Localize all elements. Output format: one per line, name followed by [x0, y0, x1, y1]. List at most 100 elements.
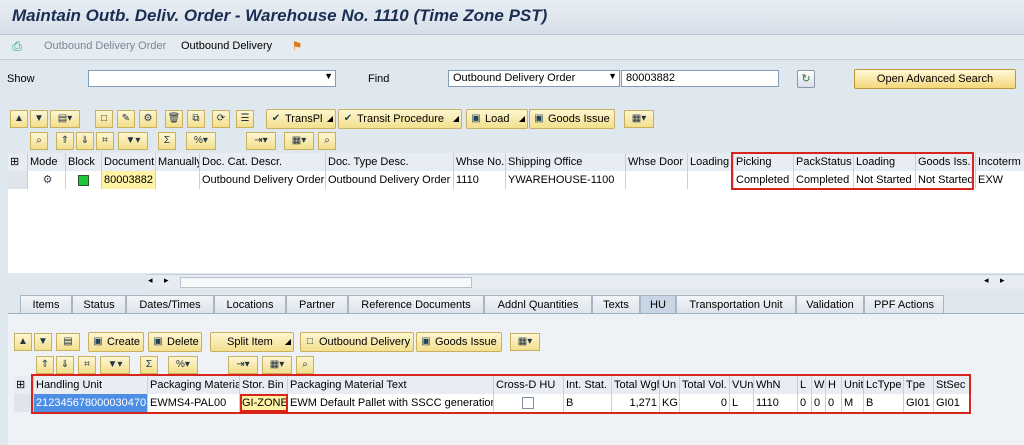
scroll-last-icon[interactable]: ▸ — [1000, 275, 1005, 286]
tab-reference-documents[interactable]: Reference Documents — [348, 295, 484, 313]
scroll-down-icon[interactable]: ▼ — [34, 333, 52, 351]
col-packaging-material[interactable]: Packaging Material — [148, 376, 240, 394]
stor-bin-cell[interactable]: GI-ZONE — [240, 394, 288, 412]
sort-ascending-icon[interactable]: ⇑ — [56, 132, 74, 150]
select-all-icon[interactable]: ⊞ — [8, 153, 28, 171]
load-button[interactable]: ▣ Load ◢ — [466, 109, 528, 129]
layout-select-icon[interactable]: ▦▾ — [262, 356, 292, 374]
filter-icon[interactable]: ▼▾ — [100, 356, 130, 374]
col-goods-iss[interactable]: Goods Iss. — [916, 153, 976, 171]
col-vun[interactable]: VUn — [730, 376, 754, 394]
transit-procedure-button[interactable]: ✔ Transit Procedure ◢ — [338, 109, 462, 129]
scrollbar-thumb[interactable] — [180, 277, 472, 288]
col-int-stat[interactable]: Int. Stat. — [564, 376, 612, 394]
outbound-delivery-link[interactable]: Outbound Delivery — [181, 40, 272, 52]
col-h[interactable]: H — [826, 376, 842, 394]
execute-search-button[interactable]: ↻ — [797, 70, 815, 88]
sort-descending-icon[interactable]: ⇓ — [56, 356, 74, 374]
col-handling-unit[interactable]: Handling Unit — [34, 376, 148, 394]
filter-icon[interactable]: ▼▾ — [118, 132, 148, 150]
list-icon[interactable]: ☰ — [236, 110, 254, 128]
col-doc-cat-descr[interactable]: Doc. Cat. Descr. — [200, 153, 326, 171]
col-whse-no[interactable]: Whse No. — [454, 153, 506, 171]
table-row[interactable]: 212345678000030470 EWMS4-PAL00 GI-ZONE E… — [14, 394, 972, 412]
col-w[interactable]: W — [812, 376, 826, 394]
show-dropdown[interactable]: ▼ — [88, 70, 336, 87]
row-selector[interactable] — [8, 171, 28, 189]
tab-items[interactable]: Items — [20, 295, 72, 313]
transpl-button[interactable]: ✔ TransPl ◢ — [266, 109, 336, 129]
tab-transportation-unit[interactable]: Transportation Unit — [676, 295, 796, 313]
col-loading[interactable]: Loading — [854, 153, 916, 171]
goods-issue-hu-button[interactable]: ▣ Goods Issue — [416, 332, 502, 352]
handling-unit-cell[interactable]: 212345678000030470 — [34, 394, 148, 412]
layout-select-icon[interactable]: ▦▾ — [284, 132, 314, 150]
copy-icon[interactable]: ⧉ — [187, 110, 205, 128]
col-whn[interactable]: WhN — [754, 376, 798, 394]
tab-locations[interactable]: Locations — [214, 295, 286, 313]
zoom-icon[interactable]: ⌕ — [318, 132, 336, 150]
details-icon[interactable]: ⌕ — [30, 132, 48, 150]
layout-icon[interactable]: ▤ — [56, 333, 80, 351]
tab-validation[interactable]: Validation — [796, 295, 864, 313]
col-packaging-material-text[interactable]: Packaging Material Text — [288, 376, 494, 394]
col-doc-type-desc[interactable]: Doc. Type Desc. — [326, 153, 454, 171]
goods-issue-button[interactable]: ▣ Goods Issue — [529, 109, 615, 129]
col-lctype[interactable]: LcType — [864, 376, 904, 394]
col-cross-d-hu[interactable]: Cross-D HU — [494, 376, 564, 394]
col-whse-door[interactable]: Whse Door — [626, 153, 688, 171]
scroll-up-icon[interactable]: ▲ — [14, 333, 32, 351]
subtotal-icon[interactable]: %▾ — [168, 356, 198, 374]
scroll-left-icon[interactable]: ▸ — [164, 275, 169, 286]
create-icon[interactable]: □ — [95, 110, 113, 128]
col-block[interactable]: Block — [66, 153, 102, 171]
tab-ppf-actions[interactable]: PPF Actions — [864, 295, 944, 313]
sum-icon[interactable]: Σ — [158, 132, 176, 150]
tab-dates-times[interactable]: Dates/Times — [126, 295, 214, 313]
col-un[interactable]: Un — [660, 376, 680, 394]
col-tpe[interactable]: Tpe — [904, 376, 934, 394]
col-total-vol[interactable]: Total Vol. — [680, 376, 730, 394]
delete-hu-button[interactable]: ▣ Delete — [148, 332, 202, 352]
select-all-icon[interactable]: ⊞ — [14, 376, 34, 394]
edit-icon[interactable]: ✎ — [117, 110, 135, 128]
scroll-down-icon[interactable]: ▼ — [30, 110, 48, 128]
split-item-button[interactable]: Split Item ◢ — [210, 332, 294, 352]
delete-icon[interactable]: 🗑 — [165, 110, 183, 128]
find-type-dropdown[interactable]: Outbound Delivery Order ▼ — [448, 70, 620, 87]
col-shipping-office[interactable]: Shipping Office — [506, 153, 626, 171]
col-picking[interactable]: Picking — [734, 153, 794, 171]
tab-hu[interactable]: HU — [640, 295, 676, 313]
zoom-icon[interactable]: ⌕ — [296, 356, 314, 374]
col-l[interactable]: L — [798, 376, 812, 394]
sum-icon[interactable]: Σ — [140, 356, 158, 374]
col-total-wght[interactable]: Total Wght — [612, 376, 660, 394]
more-icon[interactable]: ▦▾ — [510, 333, 540, 351]
col-incoterm[interactable]: Incoterm — [976, 153, 1024, 171]
layout-icon[interactable]: ▤▾ — [50, 110, 80, 128]
table-row[interactable]: ⚙ 80003882 Outbound Delivery Order Outbo… — [8, 171, 1024, 189]
row-selector[interactable] — [14, 394, 34, 412]
open-advanced-search-button[interactable]: Open Advanced Search — [854, 69, 1016, 89]
subtotal-icon[interactable]: %▾ — [186, 132, 216, 150]
sort-descending-icon[interactable]: ⇓ — [76, 132, 94, 150]
find-value-input[interactable]: 80003882 — [621, 70, 779, 87]
horizontal-scrollbar[interactable]: ◂ ▸ ◂ ▸ — [148, 274, 1024, 289]
refresh-icon[interactable]: ⟳ — [212, 110, 230, 128]
tab-partner[interactable]: Partner — [286, 295, 348, 313]
display-icon[interactable]: ⚙ — [139, 110, 157, 128]
scroll-right-icon[interactable]: ◂ — [984, 275, 989, 286]
settings-icon[interactable]: ⚑ — [290, 39, 304, 53]
find-icon[interactable]: ⌗ — [78, 356, 96, 374]
scroll-first-icon[interactable]: ◂ — [148, 275, 153, 286]
export-icon[interactable]: ⇥▾ — [246, 132, 276, 150]
outbound-delivery-order-link[interactable]: Outbound Delivery Order — [44, 40, 166, 52]
document-number[interactable]: 80003882 — [102, 171, 156, 189]
col-manually[interactable]: Manually — [156, 153, 200, 171]
tab-texts[interactable]: Texts — [592, 295, 640, 313]
document-tree-icon[interactable]: ⎙ — [10, 39, 24, 53]
sort-ascending-icon[interactable]: ⇑ — [36, 356, 54, 374]
tab-status[interactable]: Status — [72, 295, 126, 313]
col-unit[interactable]: Unit — [842, 376, 864, 394]
export-icon[interactable]: ⇥▾ — [228, 356, 258, 374]
